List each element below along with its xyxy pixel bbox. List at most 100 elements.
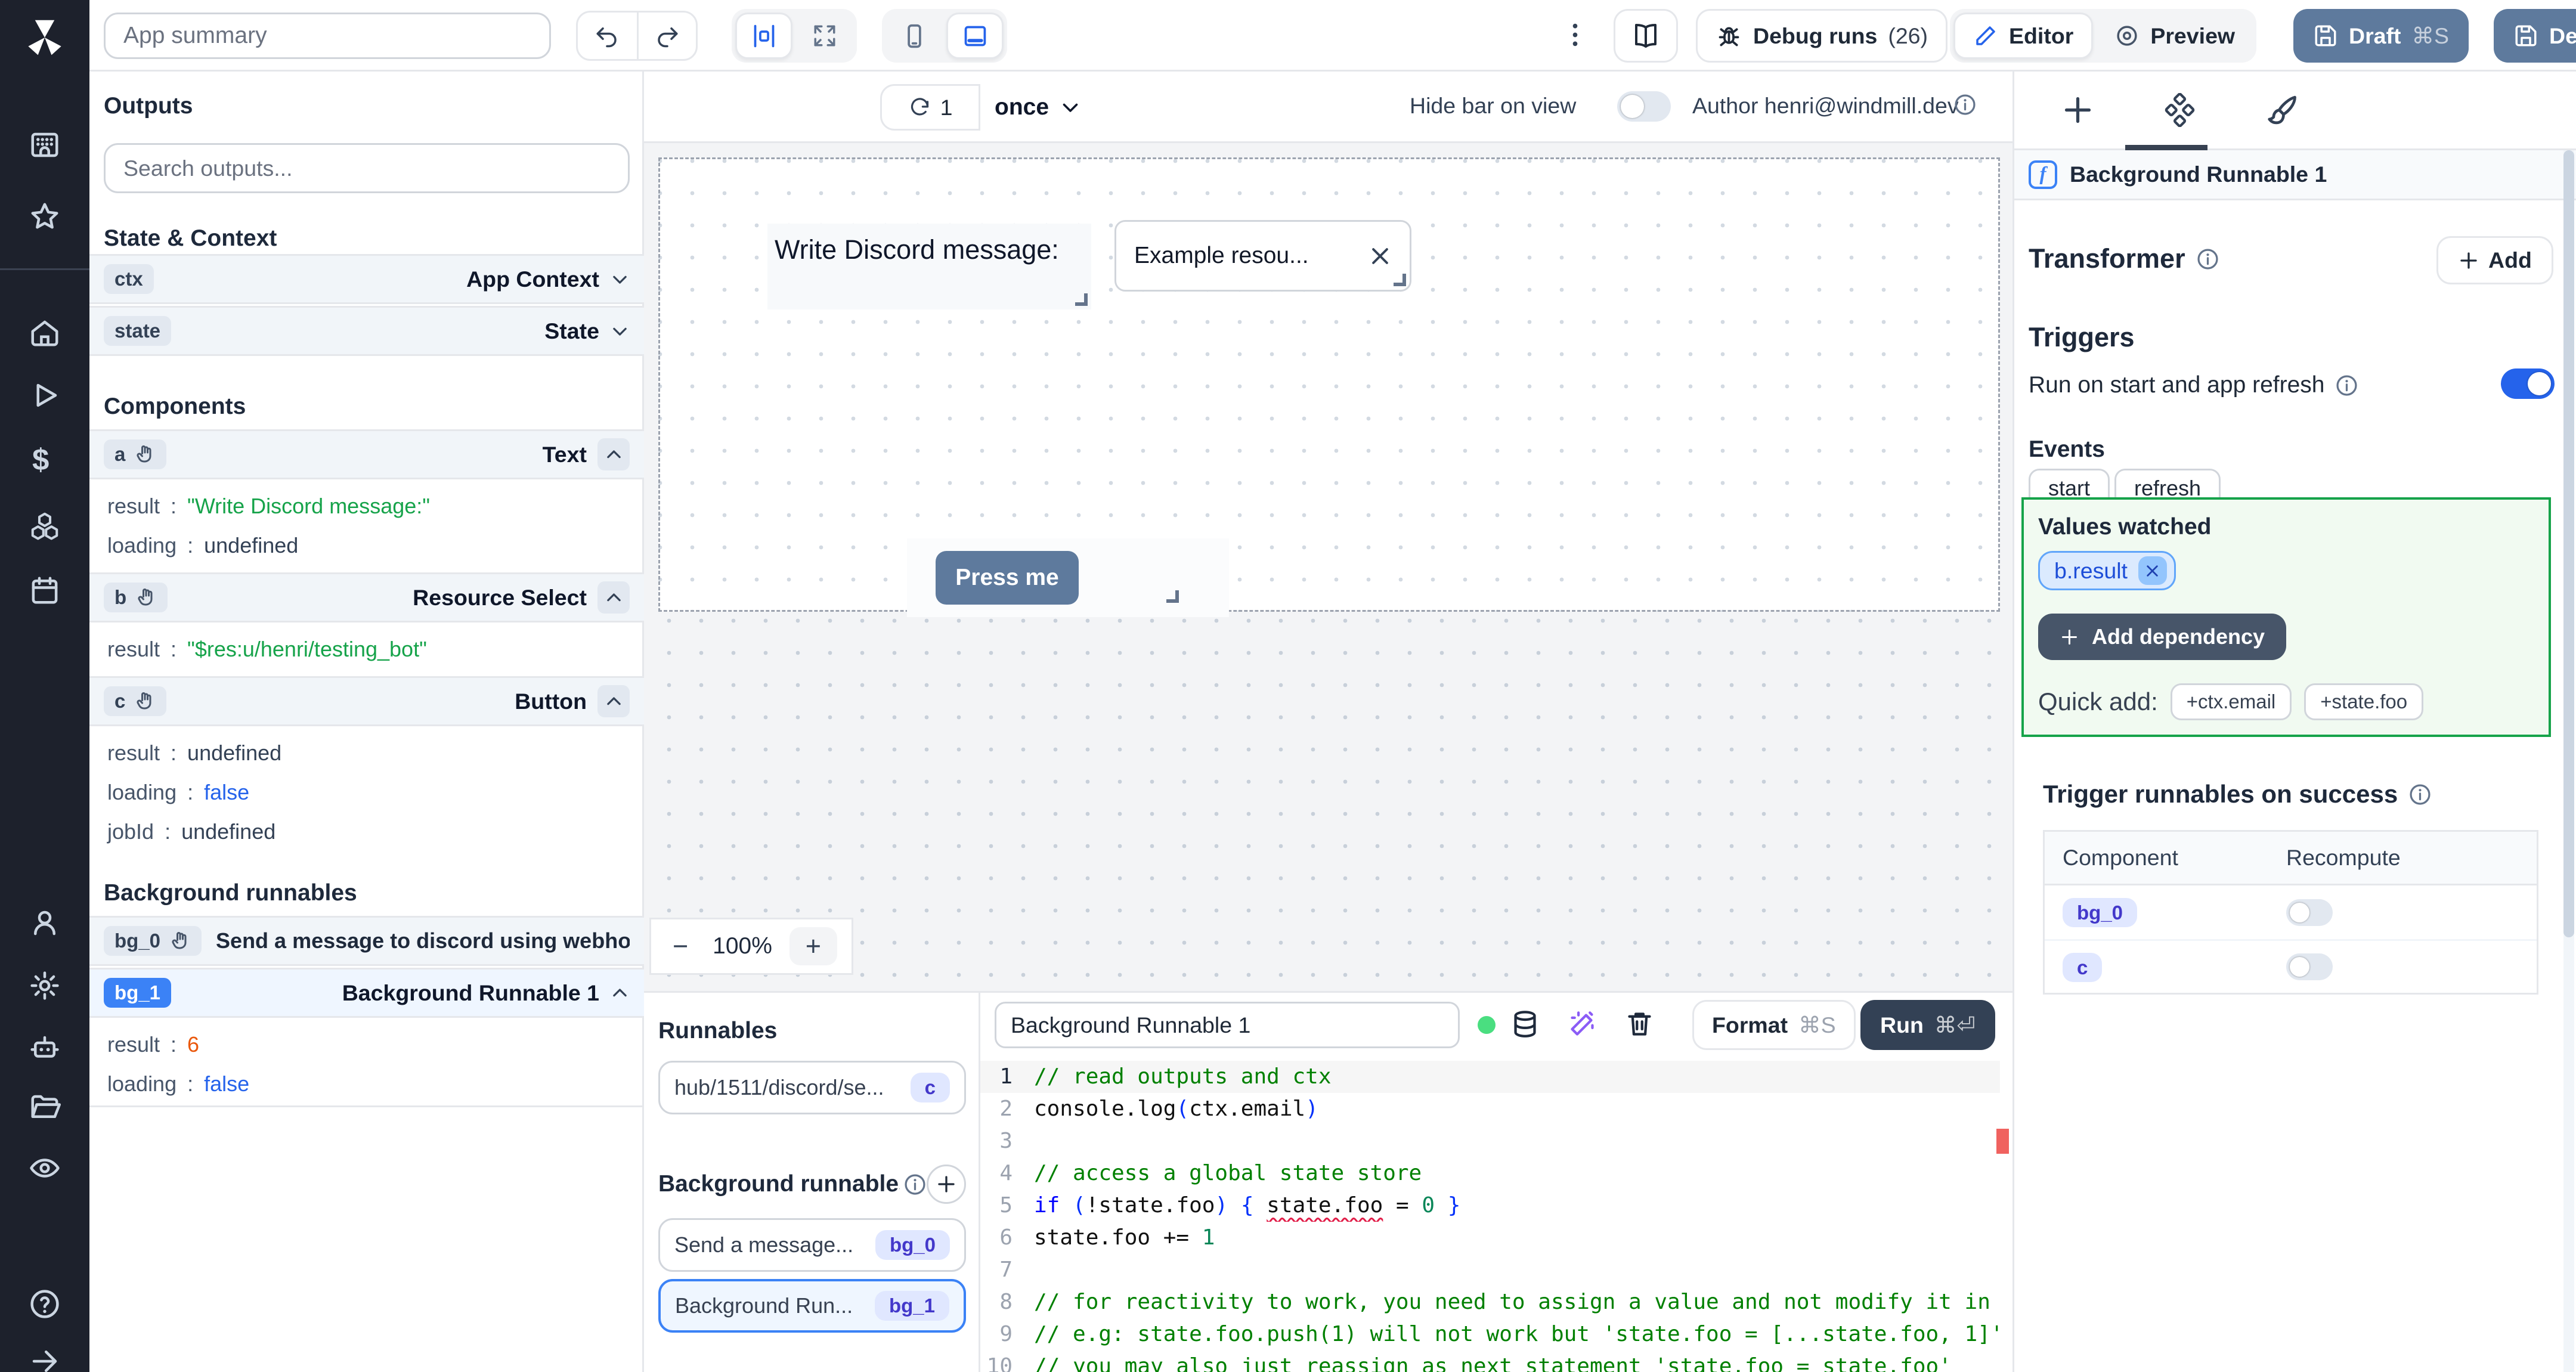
more-menu-kebab-icon[interactable]: [1560, 20, 1590, 50]
quick-add-ctx-email[interactable]: +ctx.email: [2170, 683, 2292, 720]
styling-brush-tab-icon[interactable]: [2267, 93, 2301, 127]
settings-gear-icon[interactable]: [29, 970, 61, 1002]
resize-handle[interactable]: [1166, 590, 1179, 603]
resize-handle[interactable]: [1075, 293, 1088, 306]
resize-handle[interactable]: [1394, 274, 1406, 286]
row-component-b[interactable]: b Resource Select: [89, 572, 644, 622]
runnable-name-input[interactable]: [995, 1002, 1460, 1048]
add-dependency-button[interactable]: Add dependency: [2038, 614, 2287, 660]
chevron-down-icon[interactable]: [610, 321, 630, 341]
quick-add-state-foo[interactable]: +state.foo: [2304, 683, 2424, 720]
canvas-button-container[interactable]: Press me: [907, 538, 1229, 617]
collapse-button[interactable]: [597, 685, 630, 717]
schedules-calendar-icon[interactable]: [29, 574, 61, 606]
code-line[interactable]: 8// for reactivity to work, you need to …: [980, 1286, 2000, 1318]
row-component-c[interactable]: c Button: [89, 676, 644, 726]
row-state[interactable]: state State: [89, 306, 644, 356]
right-scrollbar-thumb[interactable]: [2563, 150, 2574, 937]
info-icon[interactable]: [2196, 247, 2219, 271]
code-line[interactable]: 2 console.log(ctx.email): [980, 1093, 2000, 1125]
runnable-card-bg0[interactable]: Send a message... bg_0: [658, 1218, 966, 1272]
redo-button[interactable]: [636, 13, 696, 59]
code-line[interactable]: 10// you may also just reassign as next …: [980, 1351, 2000, 1372]
column-recompute: Recompute: [2286, 845, 2401, 870]
debug-runs-button[interactable]: Debug runs (26): [1696, 9, 1948, 63]
center-canvas-button[interactable]: [735, 13, 792, 59]
chevron-down-icon[interactable]: [610, 270, 630, 289]
recompute-toggle-bg0[interactable]: [2286, 899, 2333, 926]
app-summary-input[interactable]: [104, 13, 551, 59]
collapse-button[interactable]: [597, 581, 630, 614]
zoom-in-button[interactable]: +: [789, 927, 837, 965]
add-transformer-button[interactable]: Add: [2436, 236, 2553, 284]
resources-boxes-icon[interactable]: [29, 510, 61, 542]
code-line[interactable]: 5 if (!state.foo) { state.foo = 0 }: [980, 1190, 2000, 1222]
canvas-press-me-button[interactable]: Press me: [936, 551, 1079, 605]
home-icon[interactable]: [29, 317, 61, 349]
run-on-start-toggle[interactable]: [2501, 368, 2555, 399]
hub-runnable-badge: c: [910, 1073, 950, 1102]
tab-preview[interactable]: Preview: [2097, 13, 2253, 59]
audit-eye-icon[interactable]: [29, 1152, 61, 1184]
fullscreen-expand-button[interactable]: [796, 13, 853, 59]
info-icon[interactable]: [2335, 374, 2358, 397]
undo-button[interactable]: [578, 13, 637, 59]
windmill-logo-icon[interactable]: [21, 14, 68, 61]
deploy-button[interactable]: Deploy: [2494, 9, 2576, 63]
clear-selection-x-icon[interactable]: [1368, 244, 1392, 268]
run-button[interactable]: Run ⌘⏎: [1860, 1000, 1995, 1050]
tab-editor[interactable]: Editor: [1953, 13, 2094, 59]
collapse-button[interactable]: [597, 438, 630, 470]
insert-plus-tab-icon[interactable]: [2061, 93, 2095, 127]
canvas-text-component[interactable]: Write Discord message:: [767, 224, 1091, 309]
canvas-viewport[interactable]: Write Discord message: Example resou... …: [644, 143, 2012, 991]
workspace-icon[interactable]: [29, 129, 61, 161]
dependency-chip[interactable]: b.result: [2038, 551, 2176, 590]
chevron-up-icon[interactable]: [610, 983, 630, 1003]
workers-robot-icon[interactable]: [29, 1032, 61, 1064]
format-button[interactable]: Format ⌘S: [1692, 1000, 1856, 1050]
runnable-card-bg1-selected[interactable]: Background Run... bg_1: [658, 1279, 966, 1333]
add-background-runnable-button[interactable]: [927, 1165, 966, 1204]
hide-bar-toggle[interactable]: [1617, 91, 1671, 122]
info-icon[interactable]: [903, 1173, 927, 1196]
code-line[interactable]: 6 state.foo += 1: [980, 1222, 2000, 1254]
code-lines[interactable]: 1// read outputs and ctx 2 console.log(ctx…: [980, 1061, 2000, 1372]
mobile-view-button[interactable]: [886, 13, 943, 59]
row-component-a[interactable]: a Text: [89, 429, 644, 479]
runs-icon[interactable]: [29, 379, 61, 411]
runnable-card-hub[interactable]: hub/1511/discord/se... c: [658, 1061, 966, 1114]
folders-icon[interactable]: [29, 1091, 61, 1123]
search-outputs-input[interactable]: [104, 143, 630, 193]
desktop-view-button[interactable]: [946, 13, 1004, 59]
code-line[interactable]: 1// read outputs and ctx: [980, 1061, 2000, 1093]
help-icon[interactable]: [29, 1288, 61, 1320]
favorites-star-icon[interactable]: [29, 200, 61, 233]
canvas-resource-select-component[interactable]: Example resou...: [1114, 220, 1411, 292]
ai-wand-icon[interactable]: [1567, 1009, 1597, 1039]
refresh-mode-select[interactable]: once: [995, 84, 1081, 131]
row-bg0[interactable]: bg_0 Send a message to discord using web…: [89, 916, 644, 966]
variables-dollar-icon[interactable]: $: [32, 442, 64, 476]
draft-button[interactable]: Draft ⌘S: [2293, 9, 2469, 63]
info-icon[interactable]: [1953, 93, 1977, 116]
settings-diamonds-tab-icon[interactable]: [2163, 93, 2197, 127]
recompute-toggle-c[interactable]: [2286, 953, 2333, 980]
delete-trash-icon[interactable]: [1624, 1009, 1655, 1039]
cache-database-icon[interactable]: [1510, 1009, 1540, 1039]
docs-book-button[interactable]: [1614, 9, 1678, 63]
zoom-out-button[interactable]: −: [665, 931, 695, 962]
remove-dependency-x-icon[interactable]: [2138, 556, 2167, 585]
collapse-arrow-icon[interactable]: [29, 1345, 61, 1372]
code-line[interactable]: 9// e.g: state.foo.push(1) will not work…: [980, 1318, 2000, 1351]
refresh-count-button[interactable]: 1: [880, 84, 980, 131]
code-line[interactable]: 3: [980, 1125, 2000, 1157]
row-bg1-selected[interactable]: bg_1 Background Runnable 1: [89, 968, 644, 1018]
info-icon[interactable]: [2408, 783, 2432, 806]
run-on-start-label: Run on start and app refresh: [2029, 372, 2325, 398]
app-canvas[interactable]: Write Discord message: Example resou... …: [658, 157, 2000, 617]
code-line[interactable]: 4// access a global state store: [980, 1157, 2000, 1190]
code-line[interactable]: 7: [980, 1254, 2000, 1286]
users-icon[interactable]: [29, 907, 61, 939]
row-ctx[interactable]: ctx App Context: [89, 254, 644, 304]
